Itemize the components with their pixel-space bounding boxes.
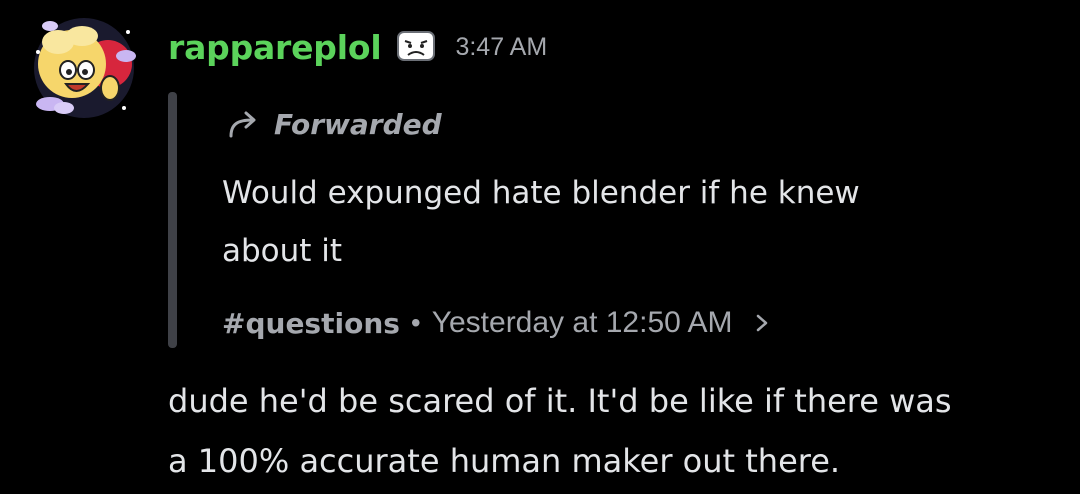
chat-message: rappareplol 3:47 AM Forwarded Would expu… (0, 0, 1080, 494)
username[interactable]: rappareplol (168, 28, 382, 67)
chevron-right-icon[interactable] (753, 312, 771, 334)
channel-link[interactable]: #questions (222, 307, 400, 340)
forwarded-timestamp: Yesterday at 12:50 AM (431, 306, 733, 339)
message-content: dude he'd be scared of it. It'd be like … (168, 382, 952, 480)
message-header: rappareplol 3:47 AM (168, 22, 547, 72)
frowning-face-badge-icon[interactable] (395, 29, 437, 65)
forwarded-label: Forwarded (274, 107, 442, 141)
user-avatar[interactable] (28, 12, 140, 124)
message-timestamp: 3:47 AM (455, 32, 548, 61)
forwarded-header: Forwarded (226, 104, 442, 144)
forwarded-message-text: Would expunged hate blender if he knew a… (222, 175, 860, 269)
separator-dot: • (410, 307, 421, 338)
forward-arrow-icon (226, 108, 262, 140)
forwarded-source[interactable]: #questions • Yesterday at 12:50 AM (222, 302, 771, 344)
forward-quote-bar (168, 92, 177, 348)
